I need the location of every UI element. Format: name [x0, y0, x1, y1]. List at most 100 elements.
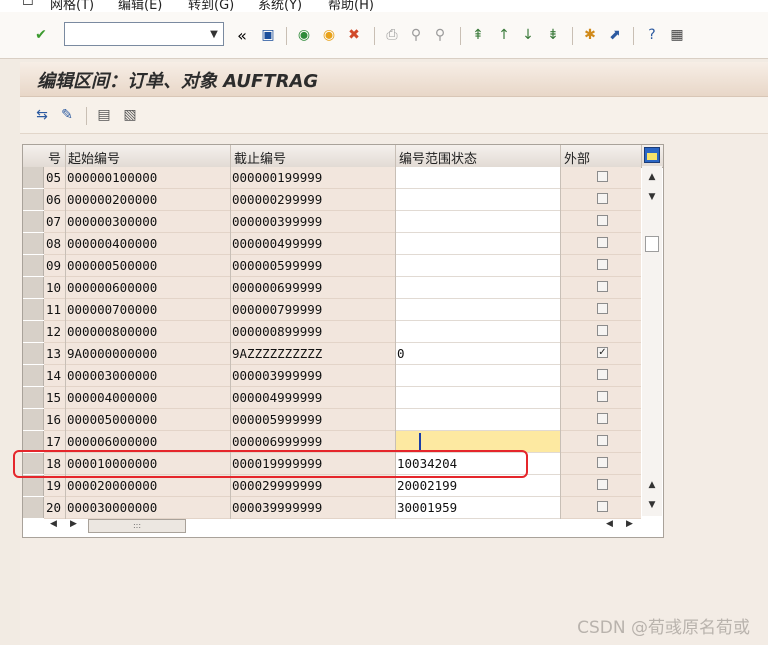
cell-status-input[interactable]: 20002199: [397, 475, 559, 497]
cell-to: 000005999999: [232, 412, 323, 427]
column-settings-icon[interactable]: [644, 147, 660, 163]
command-dropdown-icon[interactable]: ▼: [205, 23, 223, 45]
horizontal-scrollbar[interactable]: ◀ ▶ ::: ◀ ▶: [44, 516, 644, 536]
external-checkbox[interactable]: [597, 281, 608, 292]
table-row: 13 9A0000000000 9AZZZZZZZZZZ 0 ✓: [23, 343, 643, 365]
header-from[interactable]: 起始编号: [68, 148, 120, 167]
external-checkbox[interactable]: [597, 501, 608, 512]
history-back-icon[interactable]: «: [232, 25, 252, 45]
delete-interval-icon[interactable]: ▧: [120, 105, 140, 125]
cell-to: 000000499999: [232, 236, 323, 251]
help-icon[interactable]: ?: [642, 25, 662, 45]
row-selector[interactable]: [23, 475, 44, 496]
menu-help[interactable]: 帮助(H): [328, 0, 374, 12]
scroll-right-icon[interactable]: ▶: [70, 519, 77, 529]
shortcut-icon[interactable]: ⬈: [605, 25, 625, 45]
menu-system[interactable]: 系统(Y): [258, 0, 302, 12]
row-selector[interactable]: [23, 409, 44, 430]
external-checkbox[interactable]: [597, 479, 608, 490]
find-next-icon[interactable]: ⚲: [430, 25, 450, 45]
cell-status-input[interactable]: [397, 233, 559, 255]
scroll-down-bottom-icon[interactable]: ▼: [642, 496, 662, 514]
back-icon[interactable]: ◉: [294, 25, 314, 45]
cell-from: 000000600000: [67, 280, 158, 295]
scroll-left-end-icon[interactable]: ◀: [606, 519, 613, 529]
external-checkbox[interactable]: [597, 457, 608, 468]
row-selector[interactable]: [23, 255, 44, 276]
cell-status-input[interactable]: [397, 387, 559, 409]
next-page-icon[interactable]: ↓: [518, 25, 538, 45]
row-selector[interactable]: [23, 299, 44, 320]
menu-edit[interactable]: 编辑(E): [118, 0, 162, 12]
row-selector[interactable]: [23, 277, 44, 298]
row-selector[interactable]: [23, 233, 44, 254]
cell-status-input[interactable]: [397, 321, 559, 343]
scroll-up-icon[interactable]: ▲: [642, 168, 662, 186]
header-to[interactable]: 截止编号: [234, 148, 286, 167]
edit-pencil-icon[interactable]: ✎: [57, 105, 77, 125]
cell-status-input[interactable]: [397, 189, 559, 211]
table-row: 05 000000100000 000000199999: [23, 167, 643, 189]
row-selector[interactable]: [23, 387, 44, 408]
print-icon[interactable]: ⎙: [382, 25, 402, 45]
cell-status-input[interactable]: [397, 299, 559, 321]
display-change-icon[interactable]: ⇆: [32, 105, 52, 125]
header-status[interactable]: 编号范围状态: [399, 148, 477, 167]
new-session-icon[interactable]: ✱: [580, 25, 600, 45]
external-checkbox[interactable]: [597, 435, 608, 446]
row-selector[interactable]: [23, 211, 44, 232]
cell-status-input[interactable]: [397, 167, 559, 189]
last-page-icon[interactable]: ⇟: [543, 25, 563, 45]
row-selector[interactable]: [23, 497, 44, 518]
external-checkbox[interactable]: [597, 215, 608, 226]
cell-status-input[interactable]: [397, 409, 559, 431]
horizontal-scroll-thumb[interactable]: :::: [88, 519, 186, 533]
external-checkbox[interactable]: [597, 237, 608, 248]
find-icon[interactable]: ⚲: [406, 25, 426, 45]
external-checkbox[interactable]: [597, 303, 608, 314]
menu-grid[interactable]: 网格(T): [50, 0, 94, 12]
cell-from: 000000400000: [67, 236, 158, 251]
external-checkbox[interactable]: [597, 171, 608, 182]
scroll-down-icon[interactable]: ▼: [642, 188, 662, 206]
external-checkbox[interactable]: [597, 413, 608, 424]
separator: [286, 27, 287, 45]
cancel-icon[interactable]: ✖: [344, 25, 364, 45]
header-no[interactable]: 号: [48, 148, 61, 167]
row-selector[interactable]: [23, 189, 44, 210]
insert-interval-icon[interactable]: ▤: [94, 105, 114, 125]
cell-status-input[interactable]: [397, 365, 559, 387]
menu-icon[interactable]: ☐: [22, 0, 34, 9]
cell-status-input[interactable]: [397, 211, 559, 233]
external-checkbox[interactable]: [597, 259, 608, 270]
cell-status-input[interactable]: [397, 277, 559, 299]
row-selector[interactable]: [23, 321, 44, 342]
cell-to: 000003999999: [232, 368, 323, 383]
first-page-icon[interactable]: ⇞: [468, 25, 488, 45]
save-icon[interactable]: ▣: [258, 25, 278, 45]
command-field[interactable]: [64, 22, 224, 46]
row-selector[interactable]: [23, 343, 44, 364]
vertical-scrollbar[interactable]: ▲ ▼ ▲ ▼: [642, 166, 662, 516]
row-selector[interactable]: [23, 365, 44, 386]
cell-status-input[interactable]: 0: [397, 343, 559, 365]
row-selector[interactable]: [23, 431, 44, 452]
scroll-up-bottom-icon[interactable]: ▲: [642, 476, 662, 494]
header-external[interactable]: 外部: [564, 148, 590, 167]
external-checkbox[interactable]: [597, 369, 608, 380]
external-checkbox[interactable]: ✓: [597, 347, 608, 358]
menu-goto[interactable]: 转到(G): [188, 0, 234, 12]
previous-page-icon[interactable]: ↑: [494, 25, 514, 45]
layout-menu-icon[interactable]: ▦: [667, 25, 687, 45]
external-checkbox[interactable]: [597, 193, 608, 204]
external-checkbox[interactable]: [597, 325, 608, 336]
scroll-left-icon[interactable]: ◀: [50, 519, 57, 529]
vertical-scroll-thumb[interactable]: [645, 236, 659, 252]
row-selector[interactable]: [23, 167, 44, 188]
scroll-right-end-icon[interactable]: ▶: [626, 519, 633, 529]
enter-check-icon[interactable]: ✔: [31, 25, 51, 45]
exit-icon[interactable]: ◉: [319, 25, 339, 45]
cell-status-input[interactable]: [397, 255, 559, 277]
external-checkbox[interactable]: [597, 391, 608, 402]
cell-to: 000000599999: [232, 258, 323, 273]
